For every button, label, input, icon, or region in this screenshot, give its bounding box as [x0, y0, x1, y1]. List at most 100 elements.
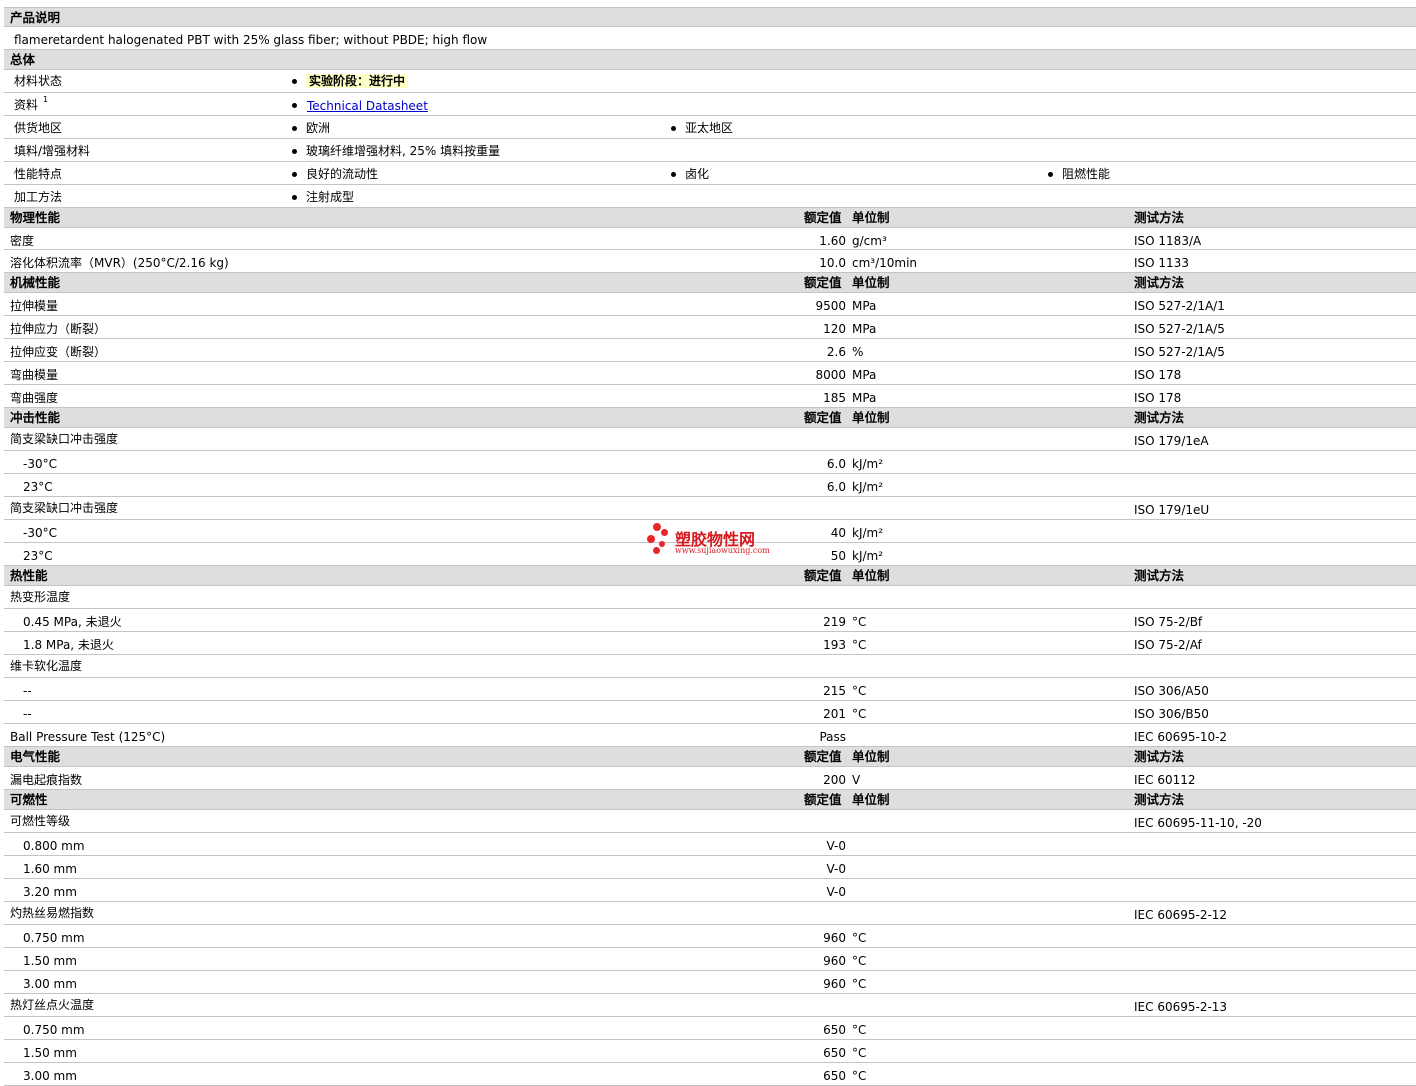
filler-value: 玻璃纤维增强材料, 25% 填料按重量 — [306, 144, 501, 158]
unit: °C — [852, 977, 867, 991]
row-flame-rating: 0.800 mm V-0 — [4, 833, 1416, 856]
property-label: -30°C — [23, 526, 57, 540]
group-label: 维卡软化温度 — [10, 659, 83, 673]
nominal-value: 120 — [823, 322, 846, 336]
test-method: IEC 60695-10-2 — [1134, 730, 1228, 744]
section-product-description: 产品说明 — [4, 7, 1416, 27]
test-method: ISO 1183/A — [1134, 234, 1202, 248]
header-nominal-value: 额定值 — [804, 792, 842, 807]
test-method: ISO 306/B50 — [1134, 707, 1209, 721]
group-impact-notched: 简支梁缺口冲击强度 ISO 179/1eA — [4, 428, 1416, 451]
test-method: ISO 75-2/Af — [1134, 638, 1202, 652]
row-flame-gwfi: 3.00 mm 960 °C — [4, 971, 1416, 994]
nominal-value: Pass — [819, 730, 846, 744]
unit: V — [852, 773, 861, 787]
property-label: 3.20 mm — [23, 885, 77, 899]
section-impact: 冲击性能 额定值 单位制 测试方法 — [4, 408, 1416, 428]
section-title: 热性能 — [10, 568, 48, 583]
header-nominal-value: 额定值 — [804, 749, 842, 764]
unit: g/cm³ — [852, 234, 887, 248]
technical-datasheet-link[interactable]: Technical Datasheet — [307, 100, 428, 112]
row-mechanical: 拉伸应变（断裂） 2.6% ISO 527-2/1A/5 — [4, 339, 1416, 362]
group-thermal-hdt: 热变形温度 — [4, 586, 1416, 609]
row-availability: 供货地区 欧洲 亚太地区 — [4, 116, 1416, 139]
unit: % — [852, 345, 864, 359]
test-method: ISO 178 — [1134, 391, 1182, 405]
header-test-method: 测试方法 — [1134, 275, 1185, 290]
header-unit: 单位制 — [852, 275, 890, 290]
section-title: 电气性能 — [10, 749, 61, 764]
section-title: 冲击性能 — [10, 410, 61, 425]
row-mvr: 溶化体积流率（MVR）(250°C/2.16 kg) 10.0 cm³/10min I… — [4, 250, 1416, 273]
row-processing: 加工方法 注射成型 — [4, 185, 1416, 208]
property-label: 0.750 mm — [23, 931, 85, 945]
section-title: 总体 — [10, 52, 36, 67]
nominal-value: 960 — [823, 931, 846, 945]
property-label: 材料状态 — [14, 74, 63, 88]
header-unit: 单位制 — [852, 749, 890, 764]
bullet-icon — [671, 172, 676, 177]
nominal-value: 650 — [823, 1069, 846, 1083]
nominal-value: 50 — [830, 549, 846, 563]
property-label: 弯曲模量 — [10, 368, 59, 382]
row-thermal: -- 201 °C ISO 306/B50 — [4, 701, 1416, 724]
section-title: 可燃性 — [10, 792, 48, 807]
property-label: 23°C — [23, 480, 53, 494]
bullet-icon — [292, 103, 297, 108]
nominal-value: 8000 — [815, 368, 846, 382]
unit: kJ/m² — [852, 480, 884, 494]
row-filler: 填料/增强材料 玻璃纤维增强材料, 25% 填料按重量 — [4, 139, 1416, 162]
unit: kJ/m² — [852, 457, 884, 471]
unit: MPa — [852, 368, 877, 382]
group-flame-rating: 可燃性等级 IEC 60695-11-10, -20 — [4, 810, 1416, 833]
row-thermal: -- 215 °C ISO 306/A50 — [4, 678, 1416, 701]
section-title: 物理性能 — [10, 210, 61, 225]
row-ball-pressure: Ball Pressure Test (125°C) Pass IEC 60695-… — [4, 724, 1416, 747]
test-method: IEC 60112 — [1134, 773, 1196, 787]
nominal-value: 960 — [823, 954, 846, 968]
watermark-url: www.sujiaowuxing.com — [675, 546, 770, 555]
nominal-value: 960 — [823, 977, 846, 991]
test-method: ISO 179/1eU — [1134, 503, 1210, 517]
unit: °C — [852, 931, 867, 945]
header-test-method: 测试方法 — [1134, 568, 1185, 583]
row-thermal: 0.45 MPa, 未退火 219 °C ISO 75-2/Bf — [4, 609, 1416, 632]
section-title: 产品说明 — [10, 10, 61, 25]
nominal-value: 185 — [823, 391, 846, 405]
property-label: 拉伸应力（断裂） — [10, 322, 107, 336]
footnote-marker: 1 — [43, 95, 49, 104]
availability-item: 亚太地区 — [685, 121, 734, 135]
property-label: 0.45 MPa, 未退火 — [23, 615, 122, 629]
nominal-value: 650 — [823, 1023, 846, 1037]
section-flammability: 可燃性 额定值 单位制 测试方法 — [4, 790, 1416, 810]
header-unit: 单位制 — [852, 210, 890, 225]
row-flame-gwfi: 1.50 mm 960 °C — [4, 948, 1416, 971]
feature-item: 阻燃性能 — [1062, 167, 1111, 181]
row-material-status: 材料状态 实验阶段：进行中 — [4, 70, 1416, 93]
row-flame-gwit: 3.00 mm 650 °C — [4, 1063, 1416, 1086]
unit: cm³/10min — [852, 256, 918, 270]
test-method: IEC 60695-2-13 — [1134, 1000, 1228, 1014]
property-label: Ball Pressure Test (125°C) — [10, 730, 166, 744]
status-badge: 实验阶段：进行中 — [306, 74, 409, 88]
header-test-method: 测试方法 — [1134, 792, 1185, 807]
property-label: 拉伸模量 — [10, 299, 59, 313]
test-method: ISO 527-2/1A/5 — [1134, 345, 1225, 359]
bullet-icon — [292, 172, 297, 177]
group-flame-gwit: 热灯丝点火温度 IEC 60695-2-13 — [4, 994, 1416, 1017]
processing-value: 注射成型 — [306, 190, 355, 204]
row-literature: 资料 1 Technical Datasheet — [4, 93, 1416, 116]
group-flame-gwfi: 灼热丝易燃指数 IEC 60695-2-12 — [4, 902, 1416, 925]
nominal-value: V-0 — [826, 839, 846, 853]
unit: °C — [852, 1023, 867, 1037]
property-label: 性能特点 — [14, 167, 63, 181]
property-label: 1.60 mm — [23, 862, 77, 876]
availability-item: 欧洲 — [306, 121, 331, 135]
test-method: ISO 306/A50 — [1134, 684, 1209, 698]
unit: °C — [852, 615, 867, 629]
section-physical: 物理性能 额定值 单位制 测试方法 — [4, 208, 1416, 228]
property-label: 0.750 mm — [23, 1023, 85, 1037]
header-test-method: 测试方法 — [1134, 210, 1185, 225]
nominal-value: 40 — [830, 526, 846, 540]
row-flame-gwit: 0.750 mm 650 °C — [4, 1017, 1416, 1040]
